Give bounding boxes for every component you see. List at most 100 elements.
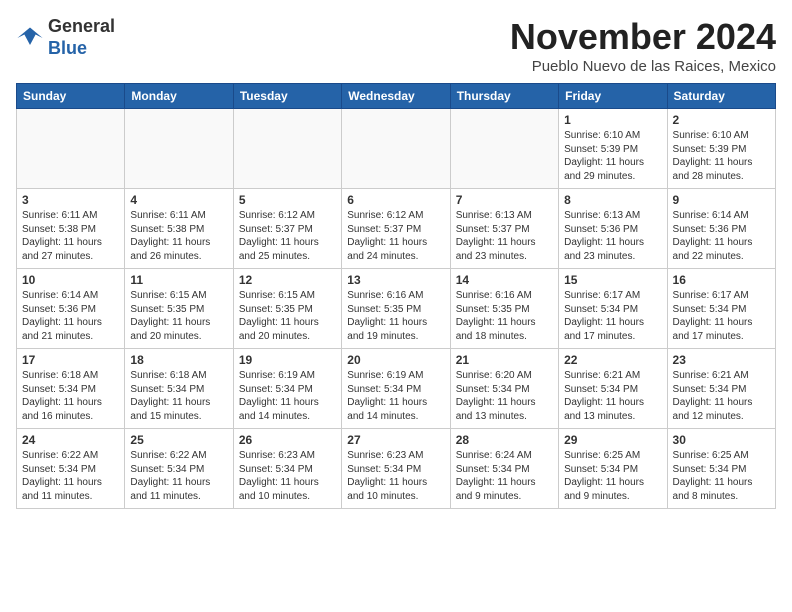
day-number: 10 xyxy=(22,273,119,287)
day-number: 20 xyxy=(347,353,444,367)
cell-content: Sunrise: 6:10 AMSunset: 5:39 PMDaylight:… xyxy=(564,129,661,183)
calendar-cell xyxy=(17,109,125,189)
calendar-cell: 26 Sunrise: 6:23 AMSunset: 5:34 PMDayligh… xyxy=(233,429,341,509)
day-number: 1 xyxy=(564,113,661,127)
week-row-1: 1 Sunrise: 6:10 AMSunset: 5:39 PMDaylight… xyxy=(17,109,776,189)
cell-content: Sunrise: 6:15 AMSunset: 5:35 PMDaylight:… xyxy=(130,289,227,343)
weekday-header-monday: Monday xyxy=(125,84,233,109)
day-number: 22 xyxy=(564,353,661,367)
weekday-header-sunday: Sunday xyxy=(17,84,125,109)
calendar-body: 1 Sunrise: 6:10 AMSunset: 5:39 PMDaylight… xyxy=(17,109,776,509)
calendar-cell: 10 Sunrise: 6:14 AMSunset: 5:36 PMDayligh… xyxy=(17,269,125,349)
cell-content: Sunrise: 6:25 AMSunset: 5:34 PMDaylight:… xyxy=(673,449,770,503)
calendar-cell: 28 Sunrise: 6:24 AMSunset: 5:34 PMDayligh… xyxy=(450,429,558,509)
calendar-cell xyxy=(125,109,233,189)
calendar-table: SundayMondayTuesdayWednesdayThursdayFrid… xyxy=(16,83,776,509)
week-row-5: 24 Sunrise: 6:22 AMSunset: 5:34 PMDayligh… xyxy=(17,429,776,509)
calendar-cell: 14 Sunrise: 6:16 AMSunset: 5:35 PMDayligh… xyxy=(450,269,558,349)
calendar-cell: 6Sunrise: 6:12 AMSunset: 5:37 PMDaylight… xyxy=(342,189,450,269)
weekday-header-friday: Friday xyxy=(559,84,667,109)
cell-content: Sunrise: 6:11 AMSunset: 5:38 PMDaylight:… xyxy=(130,209,227,263)
calendar-cell: 18Sunrise: 6:18 AMSunset: 5:34 PMDayligh… xyxy=(125,349,233,429)
day-number: 11 xyxy=(130,273,227,287)
weekday-header-saturday: Saturday xyxy=(667,84,775,109)
day-number: 21 xyxy=(456,353,553,367)
cell-content: Sunrise: 6:13 AMSunset: 5:36 PMDaylight:… xyxy=(564,209,661,263)
calendar-cell: 3 Sunrise: 6:11 AMSunset: 5:38 PMDaylight… xyxy=(17,189,125,269)
calendar-cell: 16 Sunrise: 6:17 AMSunset: 5:34 PMDayligh… xyxy=(667,269,775,349)
calendar-cell: 17 Sunrise: 6:18 AMSunset: 5:34 PMDayligh… xyxy=(17,349,125,429)
calendar-cell: 19 Sunrise: 6:19 AMSunset: 5:34 PMDayligh… xyxy=(233,349,341,429)
weekday-row: SundayMondayTuesdayWednesdayThursdayFrid… xyxy=(17,84,776,109)
calendar-cell: 8 Sunrise: 6:13 AMSunset: 5:36 PMDaylight… xyxy=(559,189,667,269)
cell-content: Sunrise: 6:17 AMSunset: 5:34 PMDaylight:… xyxy=(564,289,661,343)
calendar-cell: 1 Sunrise: 6:10 AMSunset: 5:39 PMDaylight… xyxy=(559,109,667,189)
weekday-header-wednesday: Wednesday xyxy=(342,84,450,109)
cell-content: Sunrise: 6:14 AMSunset: 5:36 PMDaylight:… xyxy=(22,289,119,343)
title-block: November 2024 Pueblo Nuevo de las Raices… xyxy=(510,16,776,75)
day-number: 17 xyxy=(22,353,119,367)
cell-content: Sunrise: 6:22 AMSunset: 5:34 PMDaylight:… xyxy=(130,449,227,503)
day-number: 29 xyxy=(564,433,661,447)
cell-content: Sunrise: 6:24 AMSunset: 5:34 PMDaylight:… xyxy=(456,449,553,503)
month-title: November 2024 xyxy=(510,16,776,58)
day-number: 15 xyxy=(564,273,661,287)
day-number: 6 xyxy=(347,193,444,207)
cell-content: Sunrise: 6:14 AMSunset: 5:36 PMDaylight:… xyxy=(673,209,770,263)
logo: General Blue xyxy=(16,16,115,59)
week-row-4: 17 Sunrise: 6:18 AMSunset: 5:34 PMDayligh… xyxy=(17,349,776,429)
week-row-2: 3 Sunrise: 6:11 AMSunset: 5:38 PMDaylight… xyxy=(17,189,776,269)
cell-content: Sunrise: 6:12 AMSunset: 5:37 PMDaylight:… xyxy=(239,209,336,263)
cell-content: Sunrise: 6:18 AMSunset: 5:34 PMDaylight:… xyxy=(130,369,227,423)
calendar-cell: 27Sunrise: 6:23 AMSunset: 5:34 PMDayligh… xyxy=(342,429,450,509)
weekday-header-thursday: Thursday xyxy=(450,84,558,109)
calendar-cell: 15 Sunrise: 6:17 AMSunset: 5:34 PMDayligh… xyxy=(559,269,667,349)
day-number: 3 xyxy=(22,193,119,207)
day-number: 9 xyxy=(673,193,770,207)
cell-content: Sunrise: 6:17 AMSunset: 5:34 PMDaylight:… xyxy=(673,289,770,343)
week-row-3: 10 Sunrise: 6:14 AMSunset: 5:36 PMDayligh… xyxy=(17,269,776,349)
calendar-cell: 24 Sunrise: 6:22 AMSunset: 5:34 PMDayligh… xyxy=(17,429,125,509)
calendar-cell: 11 Sunrise: 6:15 AMSunset: 5:35 PMDayligh… xyxy=(125,269,233,349)
day-number: 27 xyxy=(347,433,444,447)
cell-content: Sunrise: 6:22 AMSunset: 5:34 PMDaylight:… xyxy=(22,449,119,503)
calendar-cell xyxy=(342,109,450,189)
calendar-cell: 2 Sunrise: 6:10 AMSunset: 5:39 PMDaylight… xyxy=(667,109,775,189)
calendar-cell: 22 Sunrise: 6:21 AMSunset: 5:34 PMDayligh… xyxy=(559,349,667,429)
calendar-cell xyxy=(450,109,558,189)
day-number: 26 xyxy=(239,433,336,447)
cell-content: Sunrise: 6:21 AMSunset: 5:34 PMDaylight:… xyxy=(564,369,661,423)
calendar-cell xyxy=(233,109,341,189)
day-number: 28 xyxy=(456,433,553,447)
calendar-cell: 23Sunrise: 6:21 AMSunset: 5:34 PMDayligh… xyxy=(667,349,775,429)
cell-content: Sunrise: 6:15 AMSunset: 5:35 PMDaylight:… xyxy=(239,289,336,343)
logo-blue: Blue xyxy=(48,38,87,58)
cell-content: Sunrise: 6:13 AMSunset: 5:37 PMDaylight:… xyxy=(456,209,553,263)
cell-content: Sunrise: 6:21 AMSunset: 5:34 PMDaylight:… xyxy=(673,369,770,423)
logo-bird-icon xyxy=(16,24,44,52)
weekday-header-tuesday: Tuesday xyxy=(233,84,341,109)
day-number: 30 xyxy=(673,433,770,447)
cell-content: Sunrise: 6:16 AMSunset: 5:35 PMDaylight:… xyxy=(456,289,553,343)
cell-content: Sunrise: 6:18 AMSunset: 5:34 PMDaylight:… xyxy=(22,369,119,423)
calendar-cell: 4Sunrise: 6:11 AMSunset: 5:38 PMDaylight… xyxy=(125,189,233,269)
calendar-cell: 20Sunrise: 6:19 AMSunset: 5:34 PMDayligh… xyxy=(342,349,450,429)
calendar-cell: 25 Sunrise: 6:22 AMSunset: 5:34 PMDayligh… xyxy=(125,429,233,509)
day-number: 14 xyxy=(456,273,553,287)
day-number: 2 xyxy=(673,113,770,127)
cell-content: Sunrise: 6:19 AMSunset: 5:34 PMDaylight:… xyxy=(239,369,336,423)
logo-general: General xyxy=(48,16,115,36)
day-number: 7 xyxy=(456,193,553,207)
calendar-cell: 13Sunrise: 6:16 AMSunset: 5:35 PMDayligh… xyxy=(342,269,450,349)
cell-content: Sunrise: 6:23 AMSunset: 5:34 PMDaylight:… xyxy=(239,449,336,503)
day-number: 24 xyxy=(22,433,119,447)
day-number: 8 xyxy=(564,193,661,207)
day-number: 25 xyxy=(130,433,227,447)
cell-content: Sunrise: 6:11 AMSunset: 5:38 PMDaylight:… xyxy=(22,209,119,263)
calendar-header: SundayMondayTuesdayWednesdayThursdayFrid… xyxy=(17,84,776,109)
day-number: 5 xyxy=(239,193,336,207)
day-number: 19 xyxy=(239,353,336,367)
day-number: 16 xyxy=(673,273,770,287)
calendar-cell: 7 Sunrise: 6:13 AMSunset: 5:37 PMDaylight… xyxy=(450,189,558,269)
cell-content: Sunrise: 6:10 AMSunset: 5:39 PMDaylight:… xyxy=(673,129,770,183)
